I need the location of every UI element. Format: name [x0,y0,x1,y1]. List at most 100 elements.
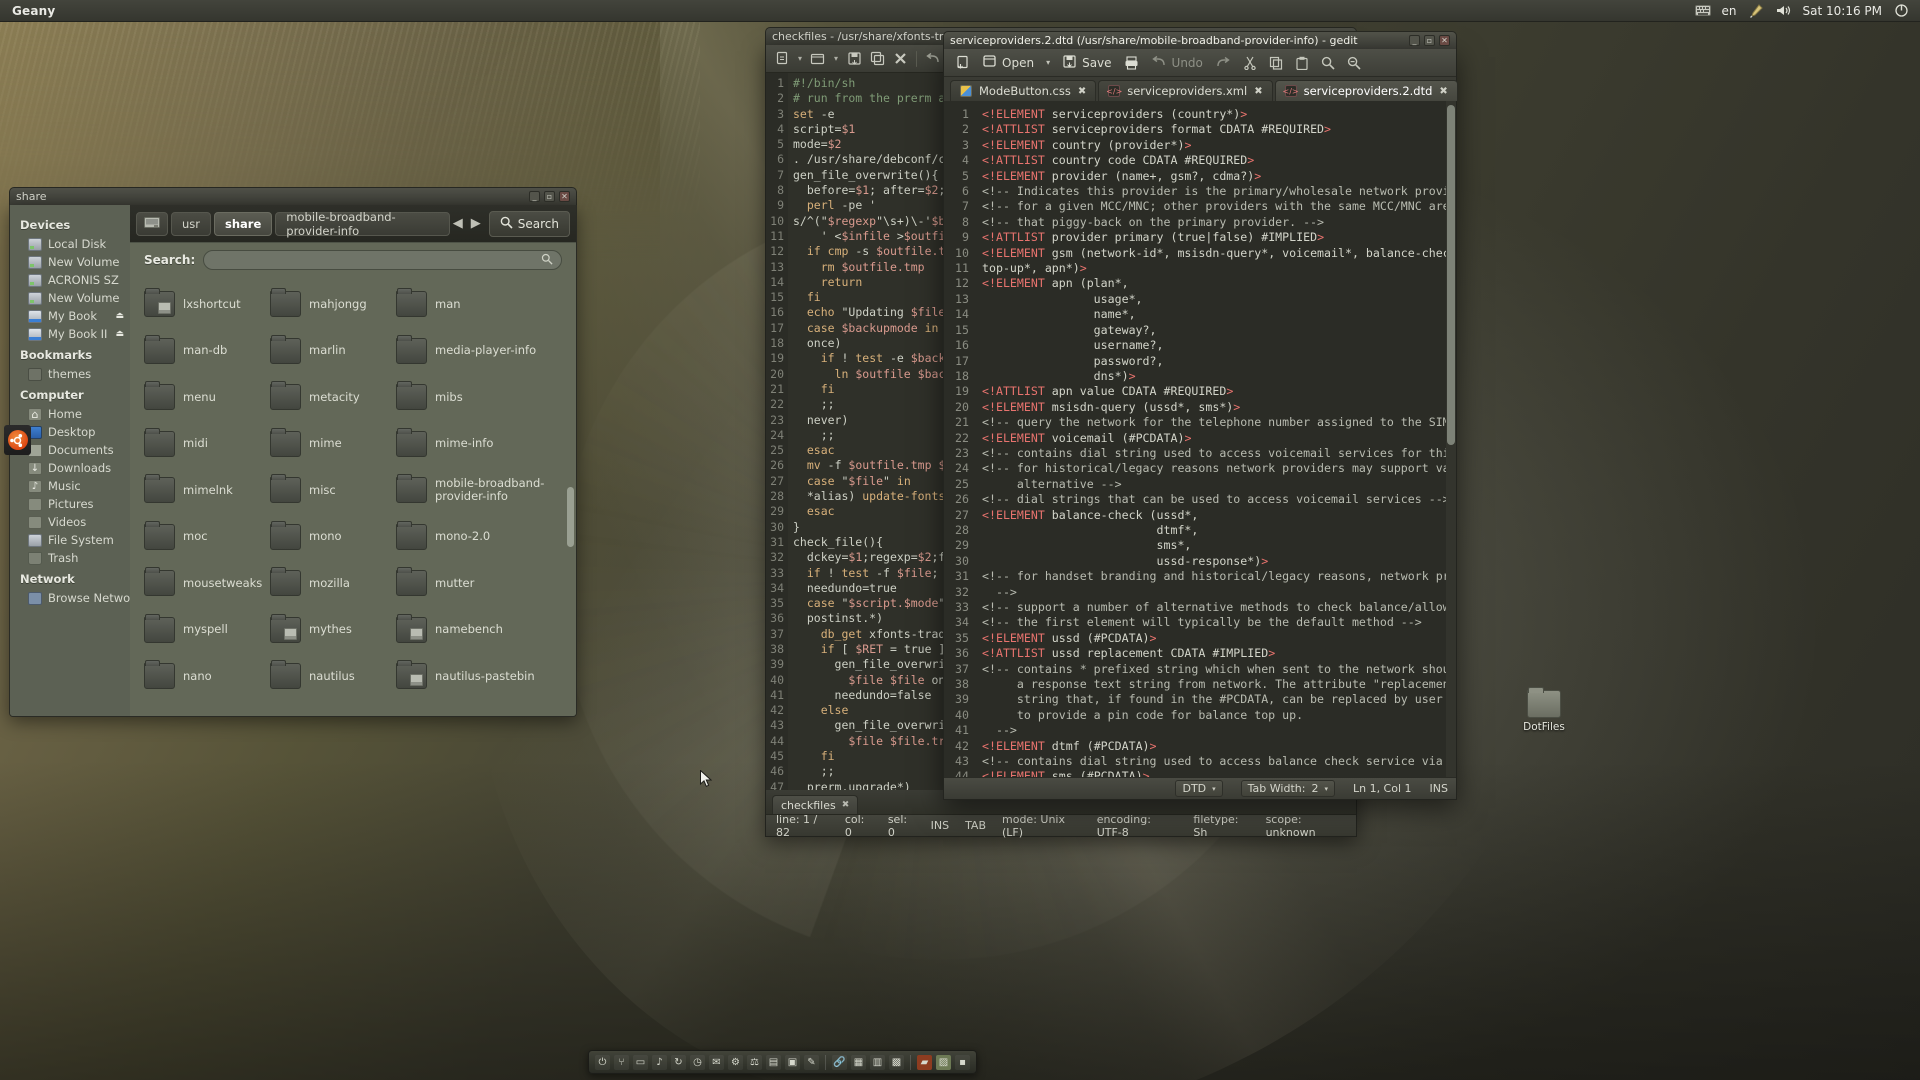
folder-item[interactable]: midi [144,421,270,468]
folder-item[interactable]: media-player-info [396,328,566,375]
maximize-button[interactable]: ▫ [544,191,555,202]
search-input[interactable] [203,250,562,270]
folder-item[interactable]: menu [144,374,270,421]
gedit-code-area[interactable]: <!ELEMENT serviceproviders (country*)> <!… [974,101,1446,777]
sidebar-item-themes[interactable]: themes [10,365,130,383]
search-field-icon[interactable] [541,253,553,268]
bottom-dock[interactable]: ⏻ ⑂ ▭ ♪ ↻ ◷ ✉ ⚙ ⚖ ▤ ▣ ✎ 🔗 ▦ ▥ ▩ ▰ ▨ ▪ [588,1050,977,1074]
folder-item[interactable]: mono-2.0 [396,514,566,561]
breadcrumb-share[interactable]: share [214,211,273,236]
gedit-tab-ModeButton-css[interactable]: ModeButton.css ✖ [950,80,1097,101]
gedit-document-view[interactable]: 1 2 3 4 5 6 7 8 9 10 11 12 13 14 15 16 17 18 19 20 21 22 23 24 2… [944,101,1456,777]
scale-icon[interactable]: ⚖ [747,1054,762,1070]
sidebar-item-file-system[interactable]: File System [10,531,130,549]
gedit-maximize-button[interactable]: ▫ [1424,35,1435,46]
eject-icon[interactable]: ⏏ [115,311,124,321]
brush-icon[interactable] [1747,3,1765,19]
eject-icon[interactable]: ⏏ [115,329,124,339]
image-icon[interactable]: ▨ [936,1054,951,1070]
close-icon[interactable]: ✖ [1439,86,1447,97]
minimize-button[interactable]: _ [529,191,540,202]
close-icon[interactable]: ✖ [1078,86,1086,97]
refresh-icon[interactable]: ↻ [671,1054,686,1070]
desktop-folder-dotfiles[interactable]: DotFiles [1518,687,1570,733]
folder-item[interactable]: marlin [270,328,396,375]
grid-icon[interactable]: ▥ [870,1054,885,1070]
photo-icon[interactable]: ▦ [851,1054,866,1070]
folder-item[interactable]: mono [270,514,396,561]
folder-item[interactable]: mibs [396,374,566,421]
open-icon[interactable] [808,49,828,69]
sidebar-item-new-volume[interactable]: New Volume [10,253,130,271]
paste-icon[interactable] [1291,52,1313,74]
folder-item[interactable]: mahjongg [270,281,396,328]
folder-item[interactable]: nano [144,653,270,700]
breadcrumb[interactable]: usr share mobile-broadband-provider-info… [130,205,576,243]
folder-item[interactable]: nautilus-pastebin [396,653,566,700]
ubuntu-launcher-button[interactable] [4,425,31,455]
breadcrumb-mobile-broadband[interactable]: mobile-broadband-provider-info [275,210,450,238]
save-all-icon[interactable] [867,49,887,69]
save-icon[interactable] [844,49,864,69]
search-button[interactable]: Search [488,210,570,237]
undo-icon[interactable] [923,49,943,69]
close-button[interactable]: ✕ [559,191,570,202]
keyboard-icon[interactable] [1694,3,1712,19]
forward-button[interactable]: ▶ [471,216,481,231]
open-chevron-down-icon[interactable]: ▾ [831,54,841,63]
power-icon[interactable] [1892,3,1910,19]
mail-icon[interactable]: ✉ [709,1054,724,1070]
sidebar-item-music[interactable]: Music [10,477,130,495]
gedit-scrollbar-thumb[interactable] [1447,105,1455,445]
gedit-tab-bar[interactable]: ModeButton.css ✖ </> serviceproviders.xml ✖ <… [944,77,1458,101]
folder-item[interactable]: mutter [396,560,566,607]
folder-item[interactable]: mimelnk [144,467,270,514]
sidebar-item-my-book[interactable]: My Book ⏏ [10,307,130,325]
gedit-tab-serviceproviders-xml[interactable]: </> serviceproviders.xml ✖ [1098,80,1273,101]
gear-icon[interactable]: ⚙ [728,1054,743,1070]
close-icon[interactable]: ✖ [1254,86,1262,97]
folder-icon[interactable]: ▤ [766,1054,781,1070]
terminal-icon[interactable]: ▭ [633,1054,648,1070]
cut-icon[interactable] [1239,52,1261,74]
folder-item[interactable]: moc [144,514,270,561]
undo-button[interactable]: Undo [1147,52,1207,74]
gedit-window[interactable]: serviceproviders.2.dtd (/usr/share/mobil… [943,31,1458,800]
file-manager-titlebar[interactable]: share _ ▫ ✕ [9,187,577,205]
sidebar-item-local-disk[interactable]: Local Disk [10,235,130,253]
sidebar-item-my-book-ii[interactable]: My Book II ⏏ [10,325,130,343]
gedit-close-button[interactable]: ✕ [1439,35,1450,46]
gedit-vertical-scrollbar[interactable] [1446,101,1456,777]
folder-item[interactable]: nautilus [270,653,396,700]
folder-item[interactable]: namebench [396,607,566,654]
chart-icon[interactable]: ▩ [889,1054,904,1070]
window-icon[interactable]: ▣ [785,1054,800,1070]
sidebar-item-videos[interactable]: Videos [10,513,130,531]
gedit-minimize-button[interactable]: _ [1409,35,1420,46]
open-button[interactable]: Open [978,52,1038,74]
sidebar-item-home[interactable]: Home [10,405,130,423]
branch-icon[interactable]: ⑂ [614,1054,629,1070]
folder-item[interactable]: mozilla [270,560,396,607]
power-icon[interactable]: ⏻ [595,1054,610,1070]
folder-item[interactable]: metacity [270,374,396,421]
folder-item[interactable]: man [396,281,566,328]
clock-icon[interactable]: ◷ [690,1054,705,1070]
geany-tab-close-icon[interactable]: ✖ [842,800,850,810]
folder-item[interactable]: mousetweaks [144,560,270,607]
volume-icon[interactable] [1775,3,1793,19]
language-selector[interactable]: DTD ▾ [1175,780,1223,797]
folder-item[interactable]: man-db [144,328,270,375]
sidebar-item-pictures[interactable]: Pictures [10,495,130,513]
tab-width-selector[interactable]: Tab Width: 2 ▾ [1240,780,1335,797]
folder-item[interactable]: misc [270,467,396,514]
gedit-toolbar[interactable]: Open ▾ Save Undo [944,49,1456,77]
file-manager-window[interactable]: share _ ▫ ✕ Devices Local Disk New Volume A… [9,187,577,717]
new-file-icon[interactable] [772,49,792,69]
folder-item[interactable]: mythes [270,607,396,654]
folder-item[interactable]: mime [270,421,396,468]
language-indicator[interactable]: en [1722,4,1737,18]
sidebar-item-trash[interactable]: Trash [10,549,130,567]
redo-icon[interactable] [1211,52,1235,74]
scrollbar-thumb[interactable] [567,487,574,547]
